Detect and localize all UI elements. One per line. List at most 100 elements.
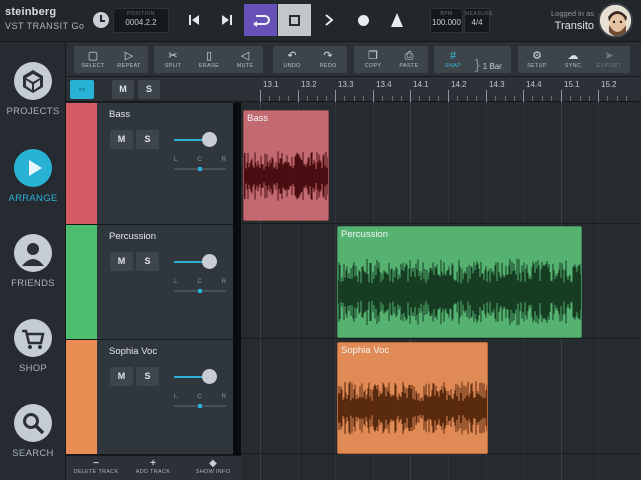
waveform-path — [244, 151, 328, 201]
stop-button[interactable] — [278, 4, 311, 36]
copy-button[interactable]: ❐ COPY — [355, 46, 391, 73]
track-name: Bass — [109, 109, 131, 120]
track-color — [66, 225, 97, 339]
edit-mode-button[interactable]: ⇔ — [70, 80, 94, 99]
pan-center: C — [197, 157, 202, 163]
nav-item-shop[interactable]: SHOP — [0, 319, 66, 374]
ruler-subtick — [514, 96, 515, 101]
ruler-tick-label: 13.4 — [376, 80, 392, 89]
track-bass[interactable]: Bass M S L C R — [66, 103, 241, 225]
ruler-tick-line — [448, 90, 449, 102]
signature-display[interactable]: MEASURE 4/4 — [464, 8, 494, 33]
mute-tool-button[interactable]: ◁ MUTE — [227, 46, 263, 73]
info-arrows-icon: ◆ — [209, 458, 217, 469]
audio-event-sophia-voc[interactable]: Sophia Voc — [337, 342, 488, 454]
pan-indicator[interactable] — [198, 167, 202, 171]
history-group: ↶ UNDO ↷ REDO — [273, 46, 347, 73]
track-solo-button[interactable]: S — [136, 367, 159, 386]
setup-button[interactable]: ⚙ SETUP — [519, 46, 555, 73]
nav-item-search[interactable]: SEARCH — [0, 404, 66, 459]
user-avatar[interactable] — [598, 3, 633, 38]
cycle-button[interactable] — [244, 4, 277, 36]
track-solo-button[interactable]: S — [136, 252, 159, 271]
snap-button[interactable]: # SNAP — [435, 46, 471, 73]
ruler-subtick — [551, 96, 552, 101]
pan-center: C — [197, 394, 202, 400]
snap-value-selector[interactable]: } 1 Bar — [475, 56, 502, 72]
bpm-caption: BPM — [440, 11, 453, 17]
pan-indicator[interactable] — [198, 404, 202, 408]
delete-track-label: DELETE TRACK — [73, 469, 119, 475]
projects-cube-icon — [14, 62, 52, 100]
split-tool-button[interactable]: ✂ SPLIT — [155, 46, 191, 73]
waveform — [338, 381, 487, 435]
track-list-separator[interactable] — [233, 103, 241, 455]
export-button[interactable]: ➤ EXPORT — [591, 46, 627, 73]
nav-item-arrange[interactable]: ARRANGE — [0, 149, 66, 204]
cycle-icon — [252, 15, 270, 27]
clock-icon[interactable] — [93, 12, 109, 28]
repeat-tool-button[interactable]: ▷ REPEAT — [111, 46, 147, 73]
nav-item-projects[interactable]: PROJECTS — [0, 62, 66, 117]
track-percussion[interactable]: Percussion M S L C R — [66, 225, 241, 340]
split-label: SPLIT — [164, 63, 182, 69]
bpm-value: 100.000 — [432, 18, 461, 27]
ruler-subtick — [288, 96, 289, 101]
snap-value: 1 Bar — [482, 62, 502, 71]
erase-tool-button[interactable]: ▯ ERASE — [191, 46, 227, 73]
track-mute-button[interactable]: M — [110, 367, 133, 386]
undo-label: UNDO — [283, 63, 301, 69]
pan-left: L — [174, 157, 178, 163]
ruler-tick-label: 14.1 — [413, 80, 429, 89]
pan-indicator[interactable] — [198, 289, 202, 293]
signature-caption: MEASURE — [465, 11, 494, 17]
volume-slider-knob[interactable] — [202, 132, 217, 147]
username: Transito — [554, 20, 594, 32]
logged-in-label: Logged in as — [551, 9, 594, 18]
waveform-path — [338, 258, 581, 326]
show-info-button[interactable]: ◆ SHOW INFO — [188, 458, 238, 475]
paste-button[interactable]: ⎙ PASTE — [391, 46, 427, 73]
track-mute-button[interactable]: M — [110, 252, 133, 271]
arrange-area[interactable]: Bass Percussion Sophia Voc — [241, 102, 641, 480]
nav-item-friends[interactable]: FRIENDS — [0, 234, 66, 289]
tool-toolbar: ▢ SELECT ▷ REPEAT ✂ SPLIT ▯ ERASE ◁ MUTE ↶ UND… — [66, 42, 641, 77]
select-tool-button[interactable]: ▢ SELECT — [75, 46, 111, 73]
delete-track-button[interactable]: − DELETE TRACK — [70, 458, 122, 475]
timeline-ruler[interactable]: 13.1 13.2 13.3 13.4 14.1 14.2 14.3 14.4 15.1 15.2 — [241, 77, 641, 102]
volume-slider-knob[interactable] — [202, 369, 217, 384]
pan-right: R — [221, 157, 226, 163]
track-mute-button[interactable]: M — [110, 130, 133, 149]
ruler-tick-line — [598, 90, 599, 102]
play-button[interactable] — [312, 4, 346, 36]
tempo-display[interactable]: BPM 100.000 — [430, 8, 463, 33]
record-icon — [357, 14, 369, 26]
position-display[interactable]: POSITION 0004.2.2 — [113, 8, 169, 33]
undo-button[interactable]: ↶ UNDO — [274, 46, 310, 73]
brand-logo: steinberg VST TRANSIT Go — [5, 6, 87, 31]
audio-event-percussion[interactable]: Percussion — [337, 226, 582, 338]
add-track-label: ADD TRACK — [135, 469, 171, 475]
volume-slider-knob[interactable] — [202, 254, 217, 269]
metronome-button[interactable] — [380, 4, 414, 36]
go-to-end-button[interactable] — [210, 4, 244, 36]
paste-icon: ⎙ — [404, 50, 414, 62]
add-track-button[interactable]: + ADD TRACK — [130, 458, 176, 475]
redo-button[interactable]: ↷ REDO — [310, 46, 346, 73]
audio-event-bass[interactable]: Bass — [243, 110, 329, 221]
track-solo-button[interactable]: S — [136, 130, 159, 149]
track-sophia-voc[interactable]: Sophia Voc M S L C R — [66, 340, 241, 455]
pan-labels: LCR — [174, 394, 226, 400]
global-mute-button[interactable]: M — [112, 80, 134, 99]
record-button[interactable] — [346, 4, 380, 36]
setup-label: SETUP — [527, 63, 547, 69]
ruler-subtick — [476, 96, 477, 101]
eraser-icon: ▯ — [205, 50, 213, 62]
go-to-start-button[interactable] — [177, 4, 211, 36]
copy-icon: ❐ — [368, 50, 378, 62]
global-solo-button[interactable]: S — [138, 80, 160, 99]
export-label: EXPORT — [596, 63, 622, 69]
sync-button[interactable]: ☁ SYNC — [555, 46, 591, 73]
redo-icon: ↷ — [323, 50, 333, 62]
waveform-path — [338, 381, 487, 435]
